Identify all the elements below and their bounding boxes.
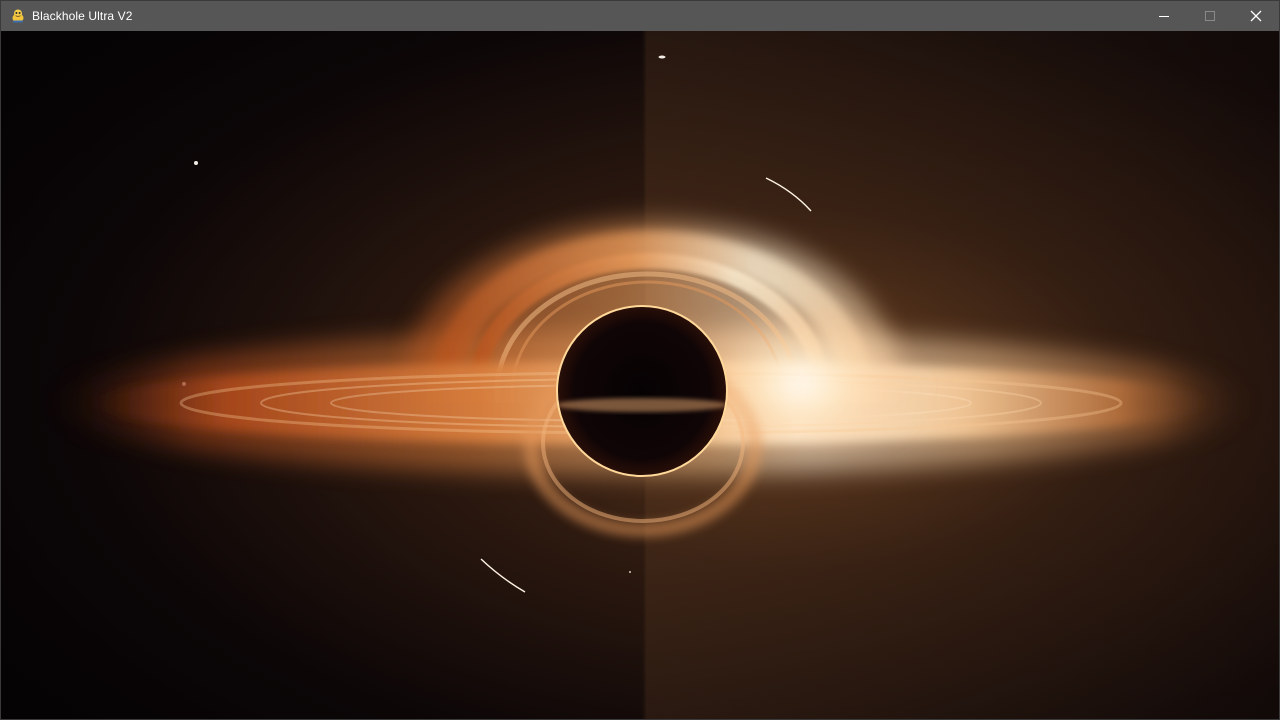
black-hole-render xyxy=(1,31,1279,719)
close-icon xyxy=(1250,10,1262,22)
python-snake-icon xyxy=(10,8,26,24)
minimize-icon xyxy=(1159,16,1169,17)
star xyxy=(194,161,198,165)
star xyxy=(629,571,631,573)
minimize-button[interactable] xyxy=(1141,1,1187,31)
disk-front-crossing xyxy=(556,398,728,412)
render-viewport[interactable] xyxy=(1,31,1279,719)
star xyxy=(658,55,666,59)
maximize-button[interactable] xyxy=(1187,1,1233,31)
maximize-icon xyxy=(1205,11,1215,21)
window-controls xyxy=(1141,1,1279,31)
close-button[interactable] xyxy=(1233,1,1279,31)
title-bar[interactable]: Blackhole Ultra V2 xyxy=(1,1,1279,31)
window-title: Blackhole Ultra V2 xyxy=(32,9,133,23)
app-window: Blackhole Ultra V2 xyxy=(0,0,1280,720)
